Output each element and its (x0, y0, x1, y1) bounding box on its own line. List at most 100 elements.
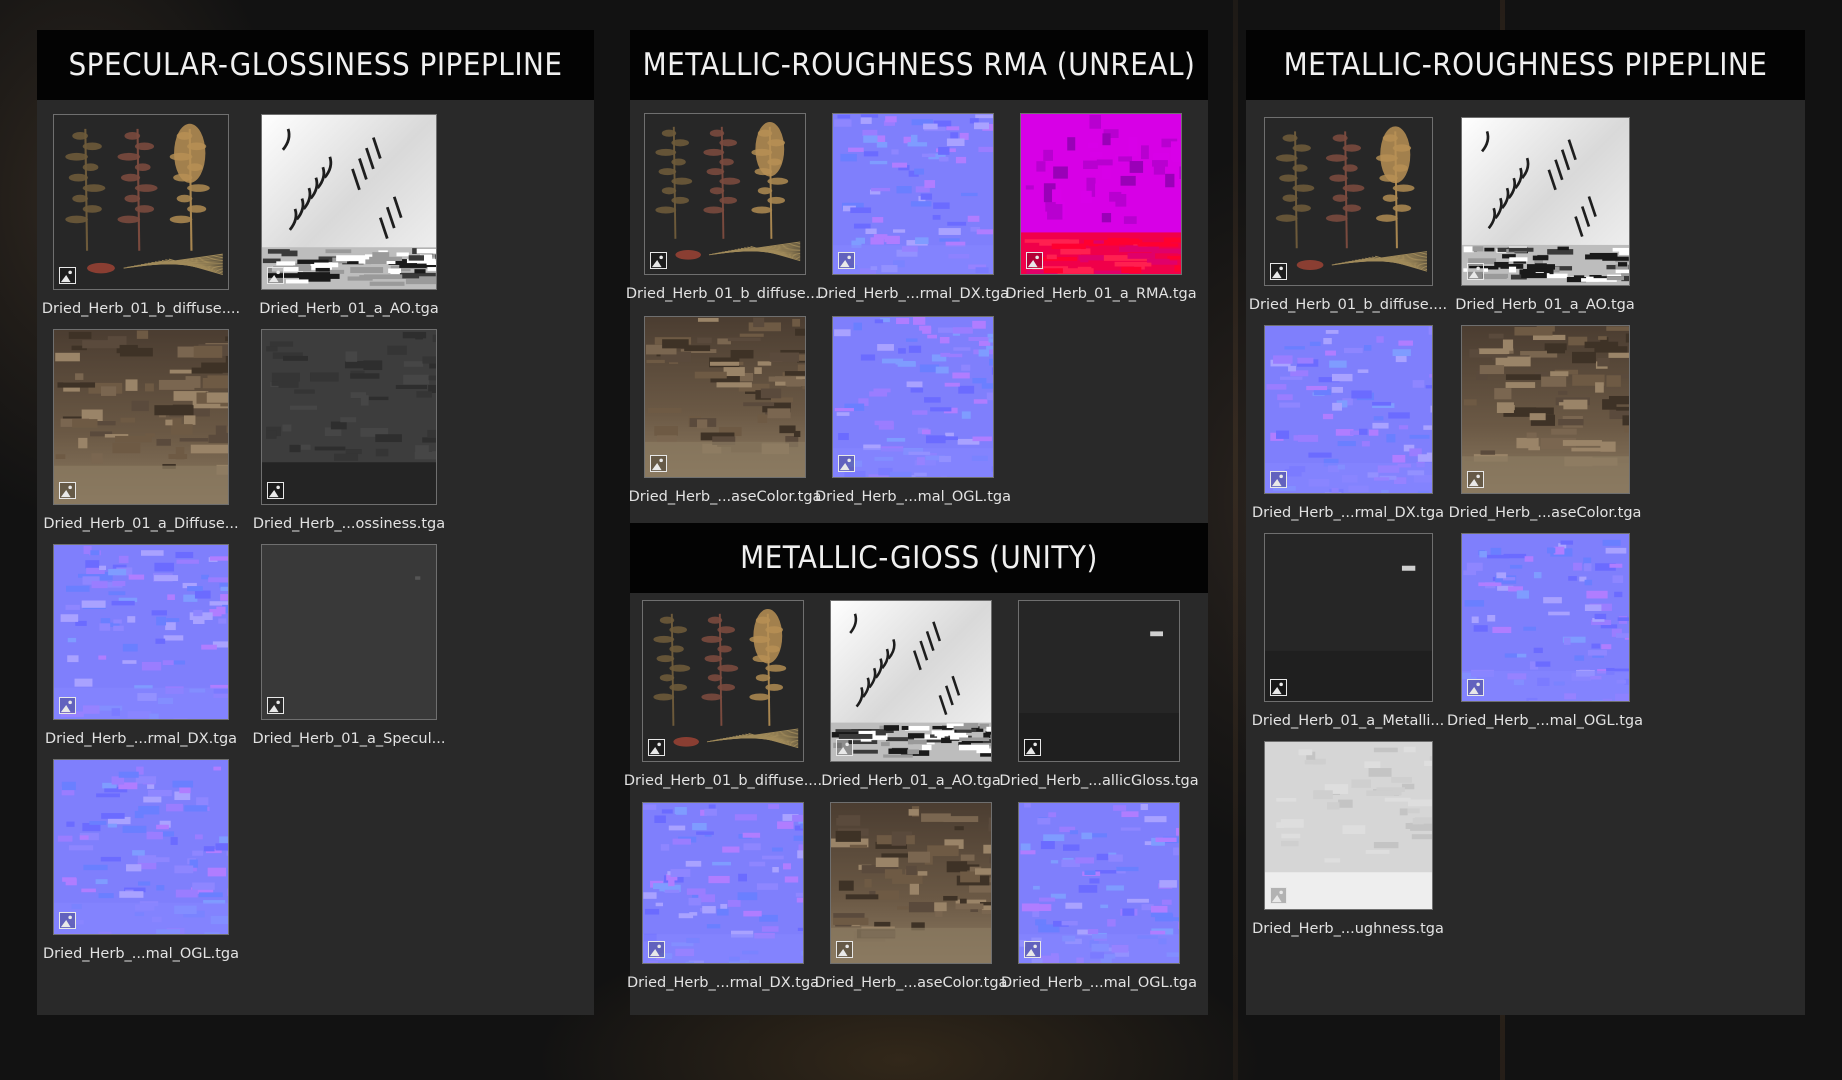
texture-filename: Dried_Herb_01_a_Metalli... (1251, 713, 1445, 729)
texture-tile[interactable]: Dried_Herb_...aseColor.tga (1449, 325, 1641, 521)
image-icon (1026, 252, 1043, 269)
texture-filename: Dried_Herb_...rmal_DX.tga (44, 731, 238, 747)
texture-thumbnail[interactable] (53, 544, 229, 720)
texture-tile[interactable]: Dried_Herb_01_b_diffuse.... (624, 600, 822, 789)
image-icon (836, 941, 853, 958)
texture-filename: Dried_Herb_01_a_Specul... (252, 731, 446, 747)
image-icon (59, 697, 76, 714)
texture-tile[interactable]: Dried_Herb_01_b_diffuse.... (1249, 117, 1447, 313)
texture-tile[interactable]: Dried_Herb_...mal_OGL.tga (815, 316, 1011, 505)
texture-thumbnail[interactable] (53, 329, 229, 505)
texture-thumbnail[interactable] (1263, 741, 1433, 910)
texture-tile[interactable]: Dried_Herb_01_a_Diffuse... (43, 329, 239, 532)
texture-grid: Dried_Herb_01_b_diffuse.... Dried_Herb_01… (624, 600, 1199, 991)
image-icon (1466, 679, 1484, 696)
texture-tile[interactable]: Dried_Herb_01_b_diffuse.... (626, 113, 824, 302)
texture-grid: Dried_Herb_01_b_diffuse.... Dried_Herb_01… (41, 114, 447, 962)
texture-grid: Dried_Herb_01_b_diffuse.... Dried_Herb_01… (1249, 117, 1643, 937)
texture-thumbnail[interactable] (1460, 325, 1630, 494)
texture-filename: Dried_Herb_...aseColor.tga (1448, 505, 1642, 521)
image-icon (1269, 471, 1287, 488)
specular-glossiness-panel: SPECULAR-GLOSSINESS PIPEPLINE Dried_Herb… (37, 30, 594, 1015)
background-stalk (1233, 0, 1238, 1080)
texture-filename: Dried_Herb_...rmal_DX.tga (1251, 505, 1445, 521)
texture-thumbnail[interactable] (1263, 325, 1433, 494)
texture-thumbnail[interactable] (1263, 533, 1433, 702)
texture-tile[interactable]: Dried_Herb_...ughness.tga (1252, 741, 1444, 937)
texture-filename: Dried_Herb_01_a_Diffuse... (43, 516, 239, 532)
image-icon (836, 739, 853, 756)
image-icon (59, 482, 76, 499)
texture-thumbnail[interactable] (1020, 113, 1182, 275)
texture-filename: Dried_Herb_...mal_OGL.tga (1447, 713, 1643, 729)
texture-tile[interactable]: Dried_Herb_01_a_AO.tga (1453, 117, 1637, 313)
image-icon (1269, 679, 1287, 696)
metallic-roughness-panel: METALLIC-ROUGHNESS PIPEPLINE Dried_Herb_… (1246, 30, 1805, 1015)
texture-tile[interactable]: Dried_Herb_...mal_OGL.tga (43, 759, 239, 962)
panel-title: METALLIC-ROUGHNESS PIPEPLINE (1246, 30, 1805, 100)
image-icon (59, 912, 76, 929)
image-icon (648, 941, 665, 958)
texture-thumbnail[interactable] (261, 544, 437, 720)
texture-tile[interactable]: Dried_Herb_...aseColor.tga (629, 316, 821, 505)
texture-thumbnail[interactable] (830, 600, 992, 762)
texture-thumbnail[interactable] (642, 600, 804, 762)
panel-title: METALLIC-GIOSS (UNITY) (630, 523, 1208, 593)
texture-filename: Dried_Herb_...mal_OGL.tga (1001, 975, 1197, 991)
image-icon (648, 739, 665, 756)
texture-thumbnail[interactable] (832, 316, 994, 478)
image-icon (1269, 887, 1287, 904)
image-icon (1269, 263, 1287, 280)
texture-tile[interactable]: Dried_Herb_01_a_Metalli... (1252, 533, 1444, 729)
texture-tile[interactable]: Dried_Herb_...aseColor.tga (815, 802, 1007, 991)
texture-thumbnail[interactable] (1018, 802, 1180, 964)
texture-filename: Dried_Herb_...ossiness.tga (252, 516, 446, 532)
texture-tile[interactable]: Dried_Herb_...ossiness.tga (251, 329, 447, 532)
texture-thumbnail[interactable] (644, 113, 806, 275)
texture-thumbnail[interactable] (53, 114, 229, 290)
texture-thumbnail[interactable] (832, 113, 994, 275)
metallic-roughness-rma-panel: METALLIC-ROUGHNESS RMA (UNREAL) Dried_He… (626, 30, 1208, 523)
texture-tile[interactable]: Dried_Herb_...allicGloss.tga (999, 600, 1199, 789)
texture-tile[interactable]: Dried_Herb_...mal_OGL.tga (1447, 533, 1643, 729)
image-icon (267, 697, 284, 714)
image-icon (267, 482, 284, 499)
image-icon (650, 252, 667, 269)
texture-tile[interactable]: Dried_Herb_...rmal_DX.tga (817, 113, 1009, 302)
texture-filename: Dried_Herb_...aseColor.tga (814, 975, 1008, 991)
texture-thumbnail[interactable] (1018, 600, 1180, 762)
texture-thumbnail[interactable] (1460, 533, 1630, 702)
texture-filename: Dried_Herb_...rmal_DX.tga (816, 286, 1010, 302)
texture-filename: Dried_Herb_01_a_AO.tga (1455, 297, 1635, 313)
texture-tile[interactable]: Dried_Herb_...mal_OGL.tga (1001, 802, 1197, 991)
texture-tile[interactable]: Dried_Herb_...rmal_DX.tga (1252, 325, 1444, 521)
metallic-gloss-unity-panel: METALLIC-GIOSS (UNITY) Dried_Herb_01_b_d… (624, 523, 1208, 1015)
texture-tile[interactable]: Dried_Herb_01_a_RMA.tga (1005, 113, 1197, 302)
texture-tile[interactable]: Dried_Herb_...rmal_DX.tga (43, 544, 239, 747)
image-icon (1466, 263, 1484, 280)
texture-tile[interactable]: Dried_Herb_01_a_AO.tga (251, 114, 447, 317)
texture-grid: Dried_Herb_01_b_diffuse.... Dried_Herb_..… (626, 113, 1197, 505)
texture-filename: Dried_Herb_01_b_diffuse.... (1248, 297, 1448, 313)
texture-filename: Dried_Herb_01_a_RMA.tga (1005, 286, 1197, 302)
texture-thumbnail[interactable] (642, 802, 804, 964)
texture-thumbnail[interactable] (830, 802, 992, 964)
texture-filename: Dried_Herb_...allicGloss.tga (999, 773, 1199, 789)
texture-thumbnail[interactable] (1263, 117, 1433, 286)
texture-tile[interactable]: Dried_Herb_01_a_Specul... (251, 544, 447, 747)
texture-filename: Dried_Herb_01_a_AO.tga (259, 301, 439, 317)
texture-thumbnail[interactable] (644, 316, 806, 478)
image-icon (1024, 739, 1041, 756)
texture-tile[interactable]: Dried_Herb_01_b_diffuse.... (41, 114, 241, 317)
image-icon (267, 267, 284, 284)
texture-thumbnail[interactable] (53, 759, 229, 935)
texture-filename: Dried_Herb_...ughness.tga (1252, 921, 1444, 937)
texture-thumbnail[interactable] (261, 329, 437, 505)
texture-filename: Dried_Herb_...rmal_DX.tga (626, 975, 820, 991)
texture-tile[interactable]: Dried_Herb_...rmal_DX.tga (627, 802, 819, 991)
texture-filename: Dried_Herb_01_b_diffuse.... (41, 301, 241, 317)
texture-thumbnail[interactable] (1460, 117, 1630, 286)
texture-tile[interactable]: Dried_Herb_01_a_AO.tga (820, 600, 1002, 789)
texture-thumbnail[interactable] (261, 114, 437, 290)
texture-filename: Dried_Herb_...mal_OGL.tga (43, 946, 239, 962)
